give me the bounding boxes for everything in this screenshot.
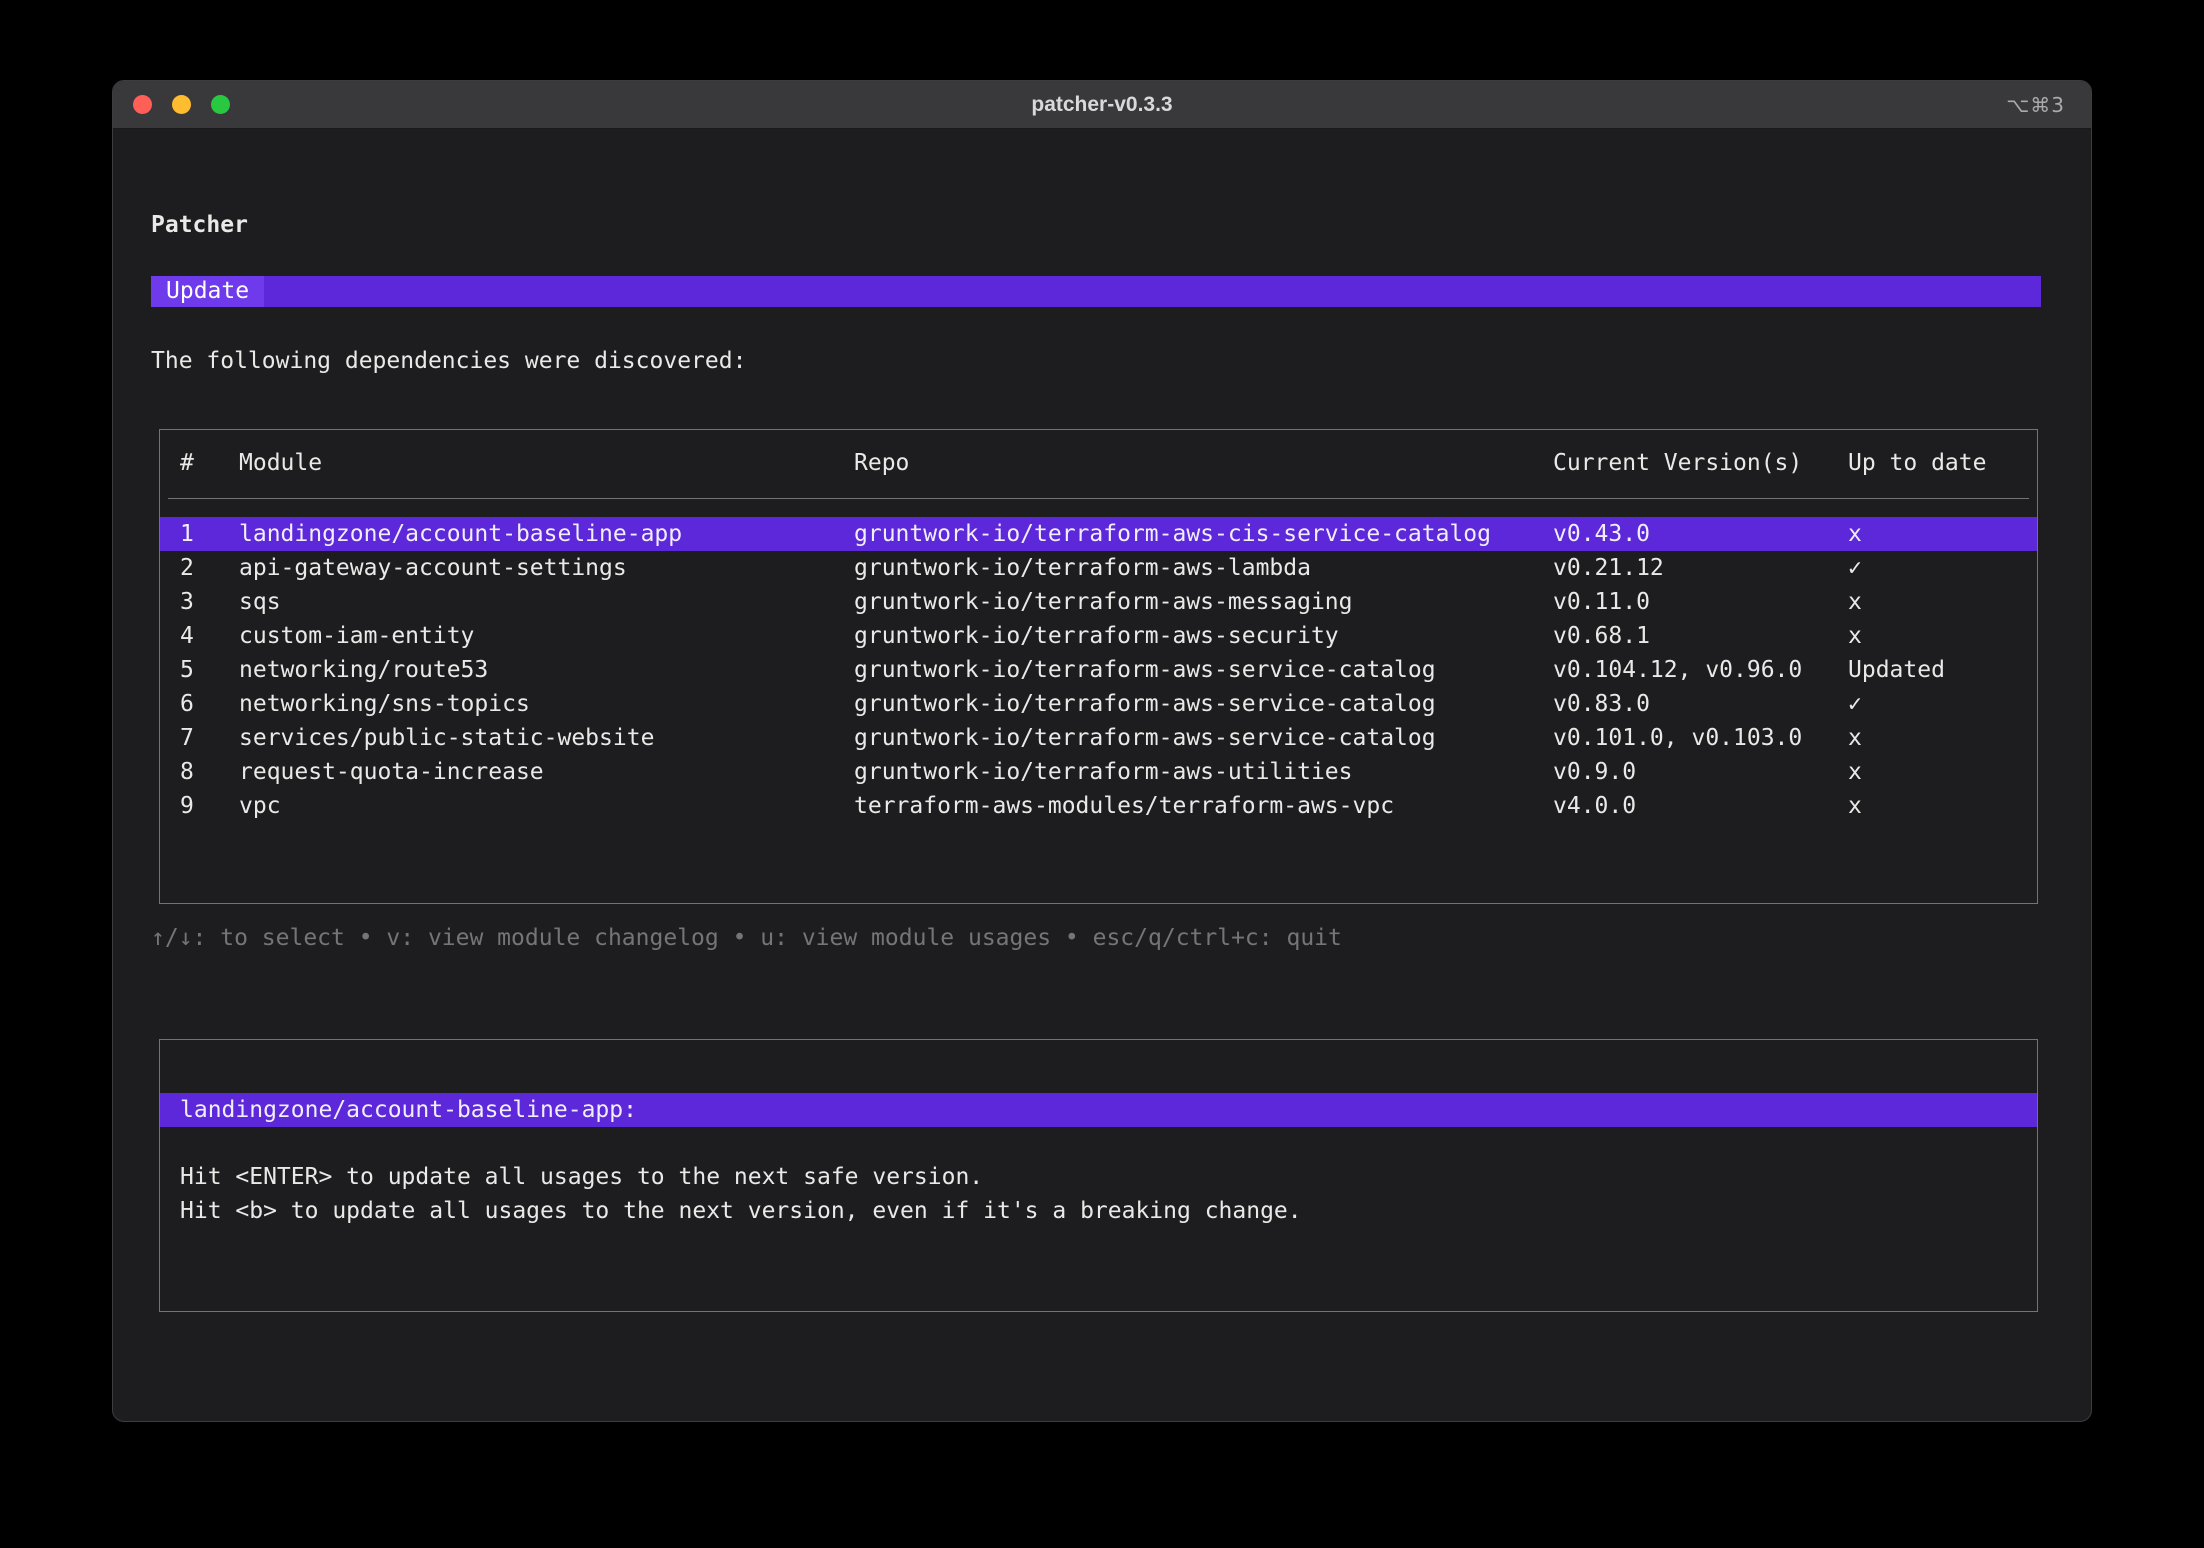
table-row[interactable]: 5networking/route53gruntwork-io/terrafor… [160,653,2037,687]
cell-num: 3 [180,585,239,619]
cell-status-x: x [1848,517,2037,551]
table-row[interactable]: 1landingzone/account-baseline-appgruntwo… [160,517,2037,551]
cell-status-x: x [1848,721,2037,755]
table-row[interactable]: 3sqsgruntwork-io/terraform-aws-messaging… [160,585,2037,619]
cell-repo: gruntwork-io/terraform-aws-cis-service-c… [854,517,1553,551]
tab-update[interactable]: Update [151,276,264,307]
table-row[interactable]: 9vpcterraform-aws-modules/terraform-aws-… [160,789,2037,823]
cell-repo: gruntwork-io/terraform-aws-service-catal… [854,687,1553,721]
cell-num: 5 [180,653,239,687]
cell-module: sqs [239,585,854,619]
titlebar[interactable]: patcher-v0.3.3 ⌥⌘3 [113,81,2091,129]
table-row[interactable]: 6networking/sns-topicsgruntwork-io/terra… [160,687,2037,721]
cell-version: v0.9.0 [1553,755,1848,789]
detail-line-breaking: Hit <b> to update all usages to the next… [160,1194,2037,1228]
cell-num: 6 [180,687,239,721]
cell-module: services/public-static-website [239,721,854,755]
cell-num: 2 [180,551,239,585]
window-title: patcher-v0.3.3 [113,93,2091,117]
selected-module-bar: landingzone/account-baseline-app: [160,1093,2037,1127]
table-row[interactable]: 2api-gateway-account-settingsgruntwork-i… [160,551,2037,585]
cell-version: v0.104.12, v0.96.0 [1553,653,1848,687]
header-repo: Repo [854,446,1553,480]
window-shortcut-badge: ⌥⌘3 [2006,93,2065,117]
cell-num: 7 [180,721,239,755]
cell-version: v0.21.12 [1553,551,1848,585]
help-bar: ↑/↓: to select • v: view module changelo… [151,921,1342,955]
cell-version: v0.11.0 [1553,585,1848,619]
intro-text: The following dependencies were discover… [151,344,746,378]
cell-num: 1 [180,517,239,551]
cell-module: api-gateway-account-settings [239,551,854,585]
cell-version: v4.0.0 [1553,789,1848,823]
cell-num: 4 [180,619,239,653]
cell-version: v0.43.0 [1553,517,1848,551]
cell-status-x: x [1848,755,2037,789]
terminal-window: patcher-v0.3.3 ⌥⌘3 Patcher Update The fo… [112,80,2092,1422]
table-body: 1landingzone/account-baseline-appgruntwo… [160,517,2037,823]
header-divider [168,498,2029,499]
cell-repo: gruntwork-io/terraform-aws-utilities [854,755,1553,789]
dependencies-table: # Module Repo Current Version(s) Up to d… [159,429,2038,904]
cell-repo: gruntwork-io/terraform-aws-service-catal… [854,653,1553,687]
cell-status-x: x [1848,619,2037,653]
cell-module: networking/sns-topics [239,687,854,721]
cell-repo: gruntwork-io/terraform-aws-security [854,619,1553,653]
cell-version: v0.68.1 [1553,619,1848,653]
cell-version: v0.101.0, v0.103.0 [1553,721,1848,755]
cell-module: custom-iam-entity [239,619,854,653]
app-heading: Patcher [151,208,248,242]
cell-repo: terraform-aws-modules/terraform-aws-vpc [854,789,1553,823]
cell-repo: gruntwork-io/terraform-aws-lambda [854,551,1553,585]
cell-num: 9 [180,789,239,823]
cell-repo: gruntwork-io/terraform-aws-messaging [854,585,1553,619]
cell-status-text: Updated [1848,653,2037,687]
cell-status-x: x [1848,789,2037,823]
cell-repo: gruntwork-io/terraform-aws-service-catal… [854,721,1553,755]
minimize-button[interactable] [172,95,191,114]
header-version: Current Version(s) [1553,446,1848,480]
cell-status-x: x [1848,585,2037,619]
header-status: Up to date [1848,446,2037,480]
detail-line-enter: Hit <ENTER> to update all usages to the … [160,1160,2037,1194]
header-num: # [180,446,239,480]
table-header-row: # Module Repo Current Version(s) Up to d… [160,446,2037,480]
table-row[interactable]: 8request-quota-increasegruntwork-io/terr… [160,755,2037,789]
traffic-lights [113,95,230,114]
detail-panel: landingzone/account-baseline-app: Hit <E… [159,1039,2038,1312]
table-row[interactable]: 7services/public-static-websitegruntwork… [160,721,2037,755]
cell-status-check: ✓ [1848,551,2037,585]
cell-module: vpc [239,789,854,823]
cell-module: request-quota-increase [239,755,854,789]
zoom-button[interactable] [211,95,230,114]
cell-module: networking/route53 [239,653,854,687]
table-row[interactable]: 4custom-iam-entitygruntwork-io/terraform… [160,619,2037,653]
cell-version: v0.83.0 [1553,687,1848,721]
cell-num: 8 [180,755,239,789]
header-module: Module [239,446,854,480]
cell-module: landingzone/account-baseline-app [239,517,854,551]
cell-status-check: ✓ [1848,687,2037,721]
close-button[interactable] [133,95,152,114]
tab-bar: Update [151,276,2041,307]
